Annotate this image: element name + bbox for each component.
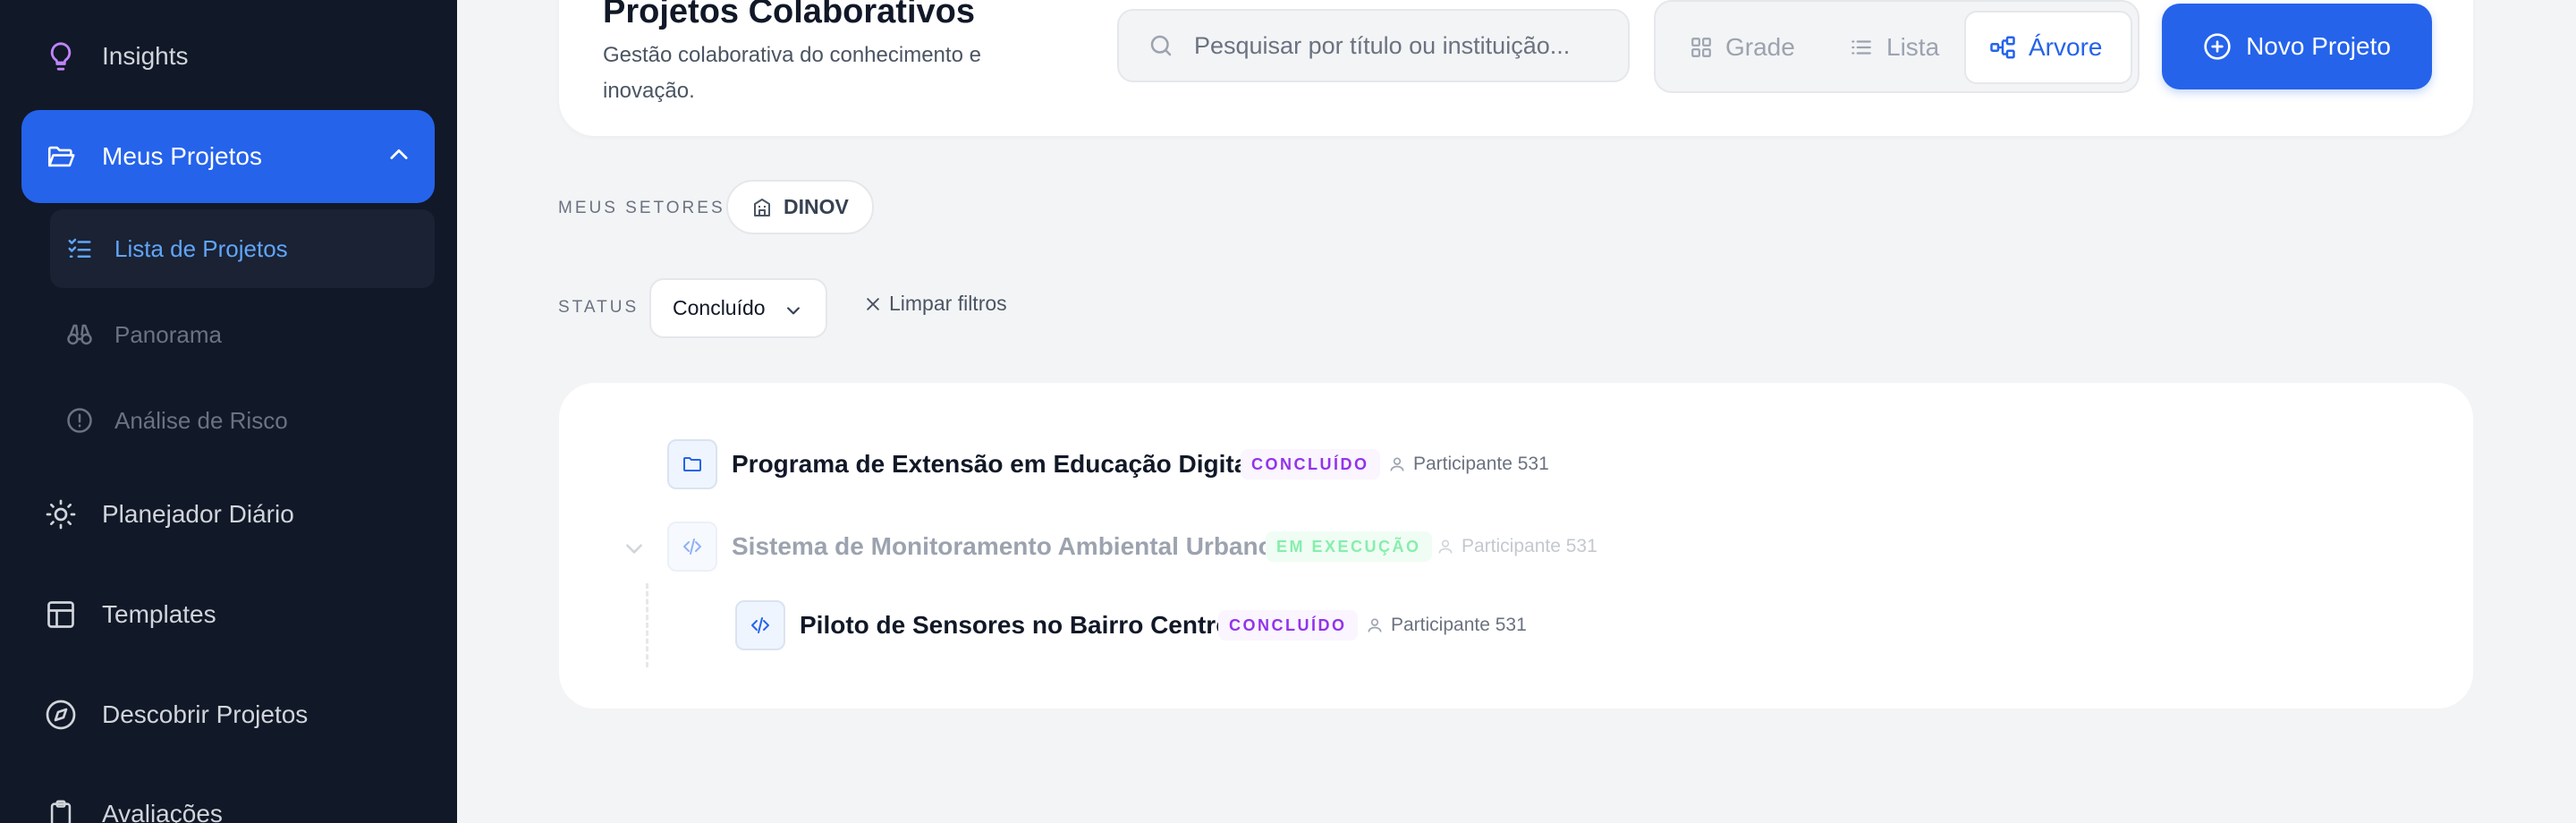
- status-select-value: Concluído: [673, 296, 766, 319]
- status-badge: CONCLUÍDO: [1218, 610, 1358, 641]
- view-label: Lista: [1886, 33, 1940, 61]
- sector-chip[interactable]: DINOV: [726, 180, 874, 234]
- sidebar-item-label: Meus Projetos: [102, 142, 262, 170]
- clipboard-icon: [43, 796, 79, 823]
- participant-label: Participante 531: [1391, 615, 1527, 635]
- code-icon: [667, 522, 717, 572]
- tree-node-participant: Participante 531: [1436, 536, 1597, 557]
- chevron-down-icon: [784, 301, 802, 319]
- status-label: STATUS: [558, 298, 640, 317]
- sidebar-subitem-analise-de-risco[interactable]: Análise de Risco: [50, 381, 435, 460]
- alert-circle-icon: [64, 405, 95, 436]
- tree-icon: [1989, 34, 2016, 61]
- user-icon: [1388, 455, 1406, 473]
- view-grade-button[interactable]: Grade: [1690, 11, 1795, 84]
- tree-connector: [646, 583, 648, 667]
- search-box: [1117, 9, 1630, 82]
- view-lista-button[interactable]: Lista: [1849, 11, 1939, 84]
- code-icon: [735, 600, 785, 650]
- status-badge: CONCLUÍDO: [1241, 449, 1380, 479]
- view-toggle: Grade Lista Árvore: [1654, 0, 2140, 93]
- sidebar-item-label: Avaliações: [102, 800, 223, 823]
- building-icon: [751, 197, 773, 218]
- search-icon: [1148, 32, 1174, 59]
- tree-node-participant: Participante 531: [1366, 615, 1527, 636]
- sidebar-subitem-panorama[interactable]: Panorama: [50, 295, 435, 374]
- sidebar-item-label: Templates: [102, 600, 216, 628]
- view-arvore-button[interactable]: Árvore: [1964, 11, 2132, 84]
- tree-node-title[interactable]: Sistema de Monitoramento Ambiental Urban…: [732, 532, 1274, 561]
- view-label: Grade: [1725, 33, 1795, 61]
- sidebar: Insights Meus Projetos Lista de Projetos…: [0, 0, 457, 823]
- chevron-down-icon[interactable]: [623, 537, 646, 560]
- sectors-label: MEUS SETORES: [558, 199, 725, 217]
- list-icon: [1849, 36, 1874, 59]
- status-badge: EM EXECUÇÃO: [1266, 531, 1432, 562]
- layout-icon: [43, 597, 79, 632]
- user-icon: [1436, 538, 1454, 556]
- sidebar-subitem-label: Lista de Projetos: [114, 234, 288, 262]
- page-title: Projetos Colaborativos: [603, 0, 975, 30]
- plus-circle-icon: [2203, 32, 2232, 61]
- tree-node-title[interactable]: Piloto de Sensores no Bairro Centro: [800, 611, 1231, 640]
- compass-icon: [43, 697, 79, 733]
- status-select[interactable]: Concluído: [649, 278, 827, 338]
- list-checks-icon: [64, 233, 95, 264]
- new-project-label: Novo Projeto: [2246, 32, 2391, 60]
- clear-filters-button[interactable]: Limpar filtros: [864, 292, 1007, 316]
- sidebar-item-descobrir-projetos[interactable]: Descobrir Projetos: [21, 668, 435, 761]
- sun-icon: [43, 496, 79, 532]
- sidebar-item-planejador-diario[interactable]: Planejador Diário: [21, 468, 435, 561]
- folder-icon: [667, 439, 717, 489]
- view-label: Árvore: [2029, 33, 2103, 61]
- close-icon: [864, 295, 882, 313]
- tree-node-title[interactable]: Programa de Extensão em Educação Digital: [732, 450, 1255, 479]
- grid-icon: [1690, 36, 1713, 59]
- sidebar-item-meus-projetos[interactable]: Meus Projetos: [21, 110, 435, 203]
- sector-chip-label: DINOV: [784, 195, 849, 218]
- search-input[interactable]: [1194, 31, 1614, 60]
- sidebar-item-label: Descobrir Projetos: [102, 700, 309, 728]
- sidebar-item-avaliacoes[interactable]: Avaliações: [21, 768, 435, 823]
- folder-open-icon: [43, 139, 79, 174]
- sidebar-subitem-label: Análise de Risco: [114, 406, 288, 434]
- clear-filters-label: Limpar filtros: [889, 292, 1007, 315]
- sidebar-subitem-label: Panorama: [114, 320, 222, 348]
- binoculars-icon: [64, 319, 95, 350]
- sidebar-subitem-lista-de-projetos[interactable]: Lista de Projetos: [50, 209, 435, 288]
- new-project-button[interactable]: Novo Projeto: [2162, 4, 2432, 89]
- tree-node-participant: Participante 531: [1388, 454, 1549, 475]
- sidebar-item-label: Insights: [102, 42, 189, 70]
- sidebar-item-insights[interactable]: Insights: [21, 10, 435, 103]
- sidebar-item-templates[interactable]: Templates: [21, 568, 435, 661]
- lightbulb-icon: [43, 38, 79, 74]
- page-subtitle: Gestão colaborativa do conhecimento e in…: [603, 43, 981, 103]
- sidebar-item-label: Planejador Diário: [102, 500, 294, 528]
- user-icon: [1366, 616, 1384, 634]
- participant-label: Participante 531: [1462, 536, 1597, 556]
- participant-label: Participante 531: [1413, 454, 1549, 474]
- chevron-up-icon[interactable]: [386, 142, 411, 167]
